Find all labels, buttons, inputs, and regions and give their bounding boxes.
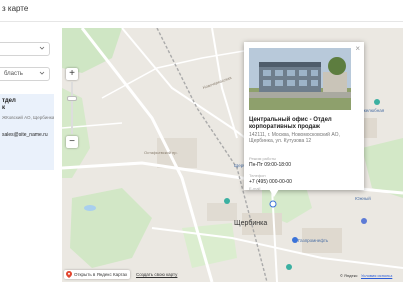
copyright-text: © Яндекс bbox=[340, 273, 358, 278]
zoom-slider-handle[interactable] bbox=[67, 96, 77, 101]
chevron-down-icon bbox=[39, 46, 45, 50]
create-map-link[interactable]: Создать свою карту bbox=[136, 272, 177, 277]
office-list-item[interactable]: тдел к ЖКовский АО, Щербинка, sales@site… bbox=[0, 94, 54, 170]
zoom-slider-track[interactable] bbox=[71, 82, 73, 134]
balloon-hours-label: Режим работы bbox=[249, 156, 277, 161]
map-place-label: Щербинка bbox=[234, 220, 268, 227]
top-bar: з карте bbox=[0, 0, 403, 22]
map-balloon: × Центральный офис - Отдел корпоративных… bbox=[244, 42, 364, 191]
office-email[interactable]: sales@site_name.ru bbox=[2, 132, 48, 138]
map-bottom-bar: Открыть в Яндекс Картах Создать свою кар… bbox=[62, 268, 403, 282]
open-in-yandex-label: Открыть в Яндекс Картах bbox=[74, 272, 128, 277]
map-pin-icon bbox=[66, 271, 72, 278]
office-address: ЖКовский АО, Щербинка, bbox=[2, 115, 54, 120]
region-select[interactable]: бласть bbox=[0, 67, 50, 81]
terms-link[interactable]: Условия использ bbox=[361, 273, 392, 278]
zoom-out-button[interactable]: − bbox=[66, 136, 78, 148]
open-in-yandex-button[interactable]: Открыть в Яндекс Картах bbox=[64, 270, 131, 279]
page-title: з карте bbox=[2, 4, 29, 13]
close-icon[interactable]: × bbox=[355, 44, 360, 53]
chevron-down-icon bbox=[39, 71, 45, 75]
office-title-line1: тдел bbox=[2, 98, 16, 104]
left-panel: бласть тдел к ЖКовский АО, Щербинка, sal… bbox=[0, 22, 60, 294]
map-street-label: Остафьевский пр. bbox=[144, 150, 178, 155]
city-select[interactable] bbox=[0, 42, 50, 56]
balloon-title: Центральный офис - Отдел корпоративных п… bbox=[249, 117, 332, 130]
map-poi-label: Газпромнефть bbox=[298, 238, 329, 243]
balloon-address: 142111, г. Москва, Новомосковский АО, Ще… bbox=[249, 132, 340, 144]
office-title-line2: к bbox=[2, 105, 6, 111]
office-photo bbox=[249, 48, 351, 110]
balloon-phone[interactable]: +7 (495) 000-00-00 bbox=[249, 179, 292, 185]
balloon-phone-label: Телефон bbox=[249, 173, 266, 178]
balloon-tail bbox=[269, 189, 279, 197]
balloon-hours: Пн-Пт 09:00-18:00 bbox=[249, 162, 291, 168]
balloon-email-label: E-mail bbox=[249, 186, 261, 191]
office-title: тдел к bbox=[2, 98, 52, 112]
region-select-value: бласть bbox=[4, 71, 23, 77]
map-poi-label: Южный bbox=[355, 196, 371, 201]
zoom-in-button[interactable]: + bbox=[66, 68, 78, 80]
